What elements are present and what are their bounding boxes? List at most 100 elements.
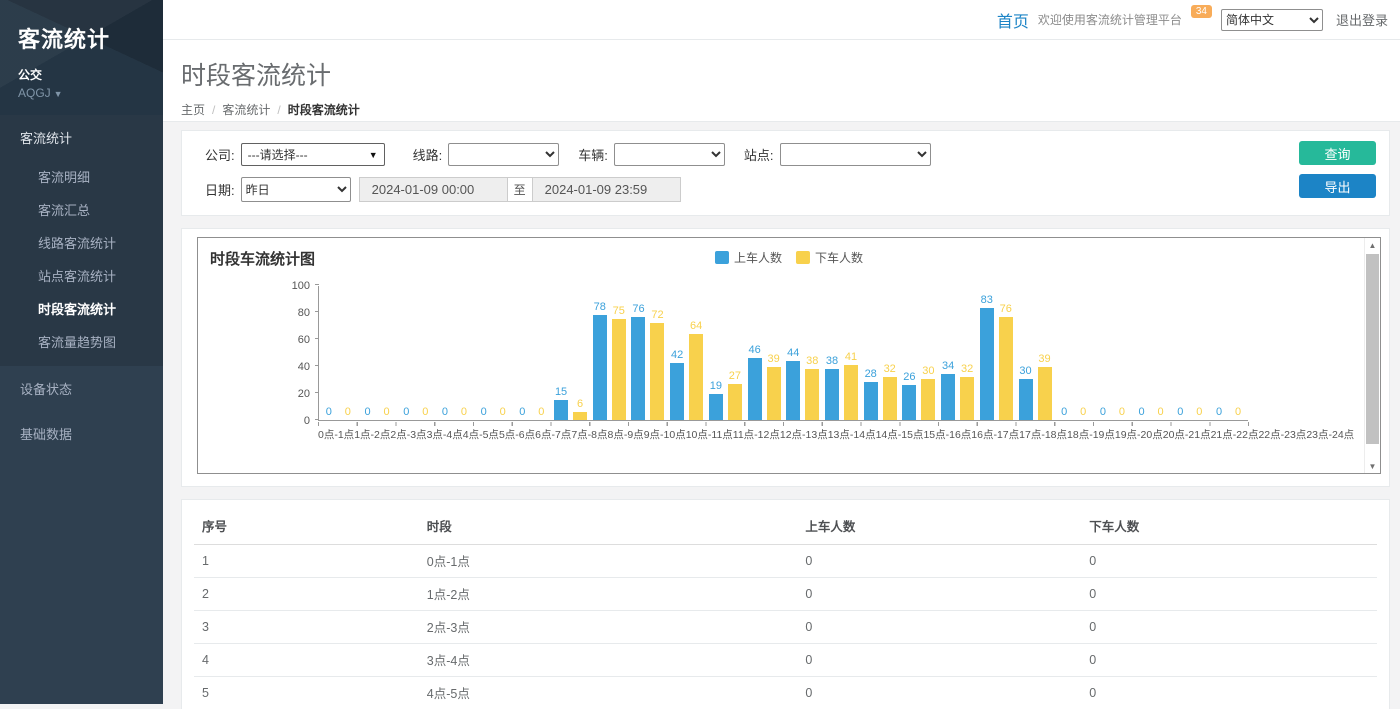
nav-section-passenger-stats: 客流统计 客流明细 客流汇总 线路客流统计 站点客流统计 时段客流统计 客流量趋…: [0, 115, 163, 366]
bar-value-label: 32: [961, 363, 973, 375]
bar-value-label: 38: [826, 355, 838, 367]
table-cell: 1点-2点: [419, 578, 798, 611]
bar: [844, 365, 858, 420]
chart-box: 时段车流统计图 上车人数 下车人数 0000000000001567875767…: [197, 237, 1381, 474]
sidebar-item-base-data[interactable]: 基础数据: [0, 411, 163, 456]
sidebar-item-station-stats[interactable]: 站点客流统计: [0, 259, 163, 292]
bar-group: 156: [551, 286, 590, 420]
x-axis-label: 10点-11点: [686, 427, 733, 442]
bar-column: 26: [902, 286, 916, 420]
x-axis-label: 12点-13点: [780, 427, 828, 442]
x-axis-label: 20点-21点: [1163, 427, 1211, 442]
bar-column: 30: [921, 286, 935, 420]
bar-group: 00: [513, 286, 552, 420]
bar-group: 7875: [590, 286, 629, 420]
bar-value-label: 0: [364, 406, 370, 418]
x-axis-label: 11点-12点: [733, 427, 780, 442]
bar-column: 42: [670, 286, 684, 420]
bar-column: 46: [748, 286, 762, 420]
table-cell: 0: [797, 644, 1081, 677]
bar: [767, 367, 781, 420]
bar-column: 0: [477, 286, 491, 420]
logout-link[interactable]: 退出登录: [1336, 10, 1388, 29]
sidebar-item-passenger-detail[interactable]: 客流明细: [0, 160, 163, 193]
nav-submenu: 客流明细 客流汇总 线路客流统计 站点客流统计 时段客流统计 客流量趋势图: [0, 160, 163, 366]
vehicle-select[interactable]: [614, 143, 725, 166]
bar: [999, 317, 1013, 420]
x-axis-label: 1点-2点: [354, 427, 390, 442]
bar-value-label: 46: [748, 344, 760, 356]
date-to-input[interactable]: [533, 177, 681, 202]
bar-column: 78: [593, 286, 607, 420]
bar-value-label: 34: [942, 360, 954, 372]
y-axis-label: 80: [280, 307, 310, 319]
station-label: 站点:: [744, 145, 774, 164]
query-button[interactable]: 查询: [1299, 141, 1376, 165]
table-cell: 0: [1081, 611, 1377, 644]
chart-plot-area: 0000000000001567875767242641927463944383…: [318, 286, 1248, 421]
scrollbar-thumb[interactable]: [1366, 254, 1379, 444]
y-axis-tick: [315, 284, 319, 285]
bar: [573, 412, 587, 420]
sidebar-item-device-status[interactable]: 设备状态: [0, 366, 163, 411]
date-preset-select[interactable]: 昨日: [241, 177, 351, 202]
table-cell: 0: [797, 611, 1081, 644]
sidebar-item-trend-chart[interactable]: 客流量趋势图: [0, 325, 163, 358]
bar-value-label: 42: [671, 349, 683, 361]
export-button[interactable]: 导出: [1299, 174, 1376, 198]
legend-item-boarding[interactable]: 上车人数: [715, 249, 782, 266]
legend-item-alighting[interactable]: 下车人数: [796, 249, 863, 266]
table-cell: 3: [194, 611, 419, 644]
breadcrumb-home[interactable]: 主页: [181, 103, 205, 117]
table-cell: 0点-1点: [419, 545, 798, 578]
sidebar-item-passenger-stats[interactable]: 客流统计: [0, 115, 163, 160]
bar-column: 34: [941, 286, 955, 420]
bar-group: 7672: [629, 286, 668, 420]
user-dropdown[interactable]: AQGJ▼: [18, 86, 145, 100]
bar-value-label: 0: [326, 406, 332, 418]
bar: [689, 334, 703, 420]
chart-scrollbar: ▲ ▼: [1364, 238, 1380, 473]
company-label: 公司:: [205, 145, 235, 164]
bar: [902, 385, 916, 420]
col-header-boarding: 上车人数: [797, 506, 1081, 545]
bar-column: 39: [1038, 286, 1052, 420]
language-select[interactable]: 简体中文: [1221, 9, 1323, 31]
bar-group: 00: [1170, 286, 1209, 420]
bar-value-label: 76: [1000, 303, 1012, 315]
bar-value-label: 0: [1080, 406, 1086, 418]
date-label: 日期:: [205, 180, 235, 199]
sidebar-item-passenger-summary[interactable]: 客流汇总: [0, 193, 163, 226]
bar-group: 30 39: [1016, 286, 1055, 420]
main-area: 首页 欢迎使用客流统计管理平台 34 简体中文 退出登录 时段客流统计 主页/客…: [163, 0, 1400, 704]
bar-value-label: 0: [442, 406, 448, 418]
sidebar-item-period-stats[interactable]: 时段客流统计: [0, 292, 163, 325]
sidebar-item-line-stats[interactable]: 线路客流统计: [0, 226, 163, 259]
bar-column: 6: [573, 286, 587, 420]
bar: [1038, 367, 1052, 420]
bar-value-label: 0: [1196, 406, 1202, 418]
y-axis-tick: [315, 365, 319, 366]
home-link[interactable]: 首页: [997, 8, 1029, 32]
bar-group: 4264: [667, 286, 706, 420]
data-table-panel: 序号 时段 上车人数 下车人数 10点-1点0021点-2点0032点-3点00…: [181, 499, 1390, 709]
station-select[interactable]: [780, 143, 931, 166]
bar: [941, 374, 955, 420]
line-select[interactable]: [448, 143, 559, 166]
vehicle-label: 车辆:: [578, 145, 608, 164]
notification-badge: 34: [1191, 5, 1212, 18]
bar: [980, 308, 994, 420]
user-name: AQGJ: [18, 86, 51, 100]
filter-panel: 公司: ---请选择--- ▼ 线路: 车辆: 站点: 日期: 昨日 至 查询 …: [181, 130, 1390, 216]
bar: [825, 369, 839, 420]
bar-value-label: 30: [1019, 365, 1031, 377]
date-from-input[interactable]: [359, 177, 507, 202]
breadcrumb-passenger-stats[interactable]: 客流统计: [222, 103, 270, 117]
x-axis-labels: 0点-1点1点-2点2点-3点3点-4点4点-5点5点-6点6点-7点7点-8点…: [318, 427, 1248, 442]
company-select[interactable]: ---请选择--- ▼: [241, 143, 385, 166]
table-cell: 5: [194, 677, 419, 709]
scroll-down-arrow-icon[interactable]: ▼: [1365, 459, 1380, 473]
scroll-up-arrow-icon[interactable]: ▲: [1365, 238, 1380, 252]
bar-column: 0: [1135, 286, 1149, 420]
x-axis-label: 9点-10点: [644, 427, 686, 442]
